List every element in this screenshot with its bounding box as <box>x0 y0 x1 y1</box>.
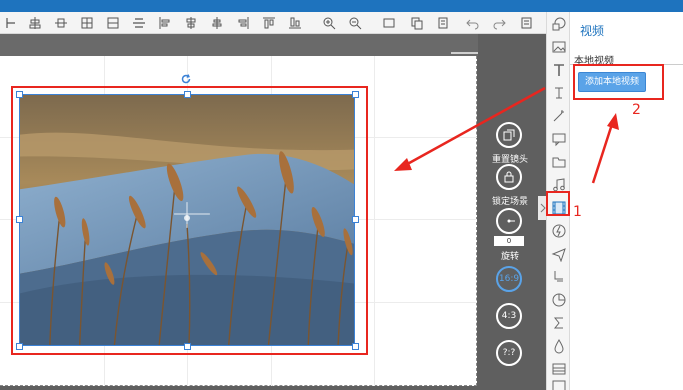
comment-icon[interactable] <box>551 131 567 147</box>
canvas-corner-mark <box>451 52 481 58</box>
zoom-out-icon[interactable] <box>348 16 362 30</box>
grid-line <box>374 56 375 386</box>
ratio-custom-button[interactable]: ?:? <box>496 340 522 366</box>
image-icon[interactable] <box>551 39 567 55</box>
magic-wand-icon[interactable] <box>551 108 567 124</box>
picture-icon[interactable] <box>551 378 567 390</box>
align-middle-icon[interactable] <box>54 16 68 30</box>
lock-scene-label: 锁定场景 <box>491 197 528 207</box>
formula-icon[interactable] <box>551 85 567 101</box>
toolbar <box>0 12 546 34</box>
sigma-icon[interactable] <box>551 315 567 331</box>
panel-title: 视频 <box>580 24 605 38</box>
align-bottom-icon[interactable] <box>288 16 302 30</box>
align-center-horizontal-icon[interactable] <box>184 16 198 30</box>
rotate-value-input[interactable]: 0 <box>494 236 524 246</box>
redo-icon[interactable] <box>492 16 506 30</box>
align-top-icon[interactable] <box>132 16 146 30</box>
annotation-box-image <box>11 86 368 355</box>
align-right-icon[interactable] <box>236 16 250 30</box>
ratio-16-9-button[interactable]: 16:9 <box>496 266 522 292</box>
reset-camera-button[interactable] <box>496 122 522 148</box>
zoom-in-icon[interactable] <box>322 16 336 30</box>
rotate-dial[interactable] <box>496 208 522 234</box>
align-top-edge-icon[interactable] <box>262 16 276 30</box>
distribute-icon[interactable] <box>80 16 94 30</box>
copy-icon[interactable] <box>410 16 424 30</box>
fit-icon[interactable] <box>382 16 396 30</box>
step-1-label: 1 <box>573 204 582 220</box>
table-icon[interactable] <box>551 361 567 377</box>
title-bar <box>0 0 683 12</box>
chart-icon[interactable] <box>551 292 567 308</box>
folder-icon[interactable] <box>551 154 567 170</box>
drop-icon[interactable] <box>551 338 567 354</box>
step-2-label: 2 <box>632 102 641 118</box>
rotate-handle-icon[interactable] <box>180 70 192 84</box>
align-vertical-center-icon[interactable] <box>210 16 224 30</box>
app-window: 重置镜头 锁定场景 0 旋转 16:9 4:3 ?:? 视频 本地视频 添加本地… <box>0 0 683 390</box>
paint-icon[interactable] <box>551 269 567 285</box>
undo-icon[interactable] <box>466 16 480 30</box>
text-icon[interactable] <box>551 62 567 78</box>
grid-icon[interactable] <box>106 16 120 30</box>
ruler <box>0 34 495 56</box>
settings-icon[interactable] <box>520 16 534 30</box>
annotation-box-video-icon <box>546 191 570 216</box>
ratio-4-3-button[interactable]: 4:3 <box>496 303 522 329</box>
plane-icon[interactable] <box>551 246 567 262</box>
flash-icon[interactable] <box>551 223 567 239</box>
align-center-icon[interactable] <box>28 16 42 30</box>
paste-icon[interactable] <box>436 16 450 30</box>
lock-scene-button[interactable] <box>496 164 522 190</box>
shape-icon[interactable] <box>551 16 567 32</box>
rotate-label: 旋转 <box>500 252 519 262</box>
ruler-icon[interactable] <box>4 16 18 30</box>
align-left-icon[interactable] <box>158 16 172 30</box>
annotation-box-add-button <box>573 64 664 100</box>
